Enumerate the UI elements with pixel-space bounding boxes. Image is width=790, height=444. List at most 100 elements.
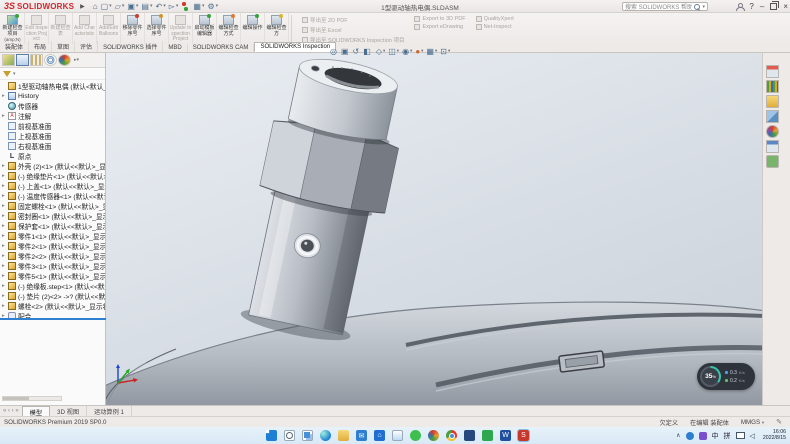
tree-item[interactable]: ▸ History [0, 91, 105, 101]
tree-item[interactable]: ▸ 零件2<2> (默认<<默认>_显示状态 [0, 251, 105, 261]
export-3d-pdf[interactable]: Export to 3D PDF [414, 16, 465, 22]
system-monitor-overlay[interactable]: 35% 0.3K/s 0.2K/s [697, 363, 755, 390]
property-manager-icon[interactable] [16, 54, 29, 66]
export-edrawing[interactable]: Export eDrawing [414, 24, 465, 30]
new-icon[interactable]: ▢▾ [101, 2, 112, 11]
tree-item[interactable]: ▸ 零件5<1> (默认<<默认>_显示状态 [0, 271, 105, 281]
panel-horizontal-scrollbar[interactable] [2, 396, 62, 401]
clock[interactable]: 16:06 2022/8/15 [763, 430, 786, 441]
close-button[interactable]: × [783, 2, 788, 11]
tree-item[interactable]: ▸ 密封圈<1> (默认<<默认>_显示状 [0, 211, 105, 221]
tree-item[interactable]: ▸ (-) 上盖<1> (默认<<默认>_显示状 [0, 181, 105, 191]
minimize-button[interactable]: – [760, 2, 764, 11]
display-style-icon[interactable]: ◫▾ [388, 47, 399, 56]
mail-icon[interactable] [356, 430, 367, 441]
weather-icon[interactable] [392, 430, 403, 441]
save-icon[interactable]: ▣▾ [127, 2, 138, 11]
tab-sw-addins[interactable]: SOLIDWORKS 插件 [98, 41, 163, 52]
display-pane-icon[interactable]: ▦▾ [193, 2, 204, 11]
tree-item[interactable]: ▸ 零件1<1> (默认<<默认>_显示状态 [0, 231, 105, 241]
apply-scene-icon[interactable]: ▦▾ [426, 47, 437, 56]
360-icon[interactable] [428, 430, 439, 441]
tree-root-item[interactable]: ▸ 1型驱动轴热电偶 (默认<默认_显示状态-1 [0, 81, 105, 91]
display-manager-icon[interactable] [58, 54, 71, 66]
tab-sw-inspection[interactable]: SOLIDWORKS Inspection [254, 42, 336, 52]
zoom-area-icon[interactable]: ▣ [341, 47, 349, 56]
tree-item[interactable]: ▸ 保护套<1> (默认<<默认>_显示状 [0, 221, 105, 231]
tb-search-icon[interactable] [284, 430, 295, 441]
edit-inspection-project-button[interactable]: Edit Inspection Project [25, 13, 49, 44]
tree-item[interactable]: ▸ 原点 [0, 151, 105, 161]
edit-operation-button[interactable]: 编辑操作 [241, 13, 265, 44]
view-settings-icon[interactable]: ⊡▾ [440, 47, 450, 56]
tree-item[interactable]: ▸ 零件3<1> (默认<<默认>_显示状态 [0, 261, 105, 271]
panel-tabs-overflow-icon[interactable]: ▸▾ [74, 57, 79, 63]
open-icon[interactable]: ▱▾ [115, 2, 125, 11]
design-library-icon[interactable] [766, 80, 779, 93]
select-balloons-button[interactable]: 选择零件序号 [145, 13, 169, 44]
tree-item[interactable]: ▸ 注解 [0, 111, 105, 121]
appearances-icon[interactable] [766, 125, 779, 138]
options-gear-icon[interactable]: ⚙▾ [207, 2, 218, 11]
net-inspect[interactable]: Net-Inspect [476, 24, 514, 30]
wps-icon[interactable] [482, 430, 493, 441]
feature-tree-icon[interactable] [2, 54, 15, 66]
start-icon[interactable] [266, 430, 277, 441]
speaker-icon[interactable]: ◁ [750, 432, 755, 440]
tree-item[interactable]: ▸ (-) 垫片 (2)<2> ->? (默认<<默认> [0, 291, 105, 301]
task-view-icon[interactable] [302, 430, 313, 441]
tree-item[interactable]: ▸ 上视基准面 [0, 131, 105, 141]
tab-model[interactable]: 模型 [22, 406, 50, 416]
search-icon[interactable] [694, 4, 700, 10]
select-cursor-icon[interactable]: ▻▾ [169, 2, 179, 11]
help-search-input[interactable]: 搜索 SOLIDWORKS 帮助 ▾ [622, 2, 708, 11]
edit-inspection-2-button[interactable]: 编辑检查方 [265, 13, 289, 44]
update-inspection-project-button[interactable]: Update Inspection Project [169, 13, 193, 44]
help-button[interactable]: ? [749, 2, 753, 11]
search-dropdown-icon[interactable]: ▾ [702, 4, 705, 10]
undo-icon[interactable]: ↶▾ [156, 2, 166, 11]
tab-sketch[interactable]: 草图 [52, 41, 75, 52]
graphics-viewport[interactable]: 35% 0.3K/s 0.2K/s [106, 53, 762, 405]
tree-splitter[interactable] [0, 318, 106, 320]
file-explorer-icon[interactable] [766, 95, 779, 108]
filter-funnel-icon[interactable] [3, 71, 11, 77]
tree-item[interactable]: ▸ 前视基准面 [0, 121, 105, 131]
shield-tray-icon[interactable] [699, 432, 707, 440]
qualityxpert[interactable]: QualityXpert [476, 16, 514, 22]
new-checksheet-button[interactable]: 新建检查表 [49, 13, 73, 44]
add-edit-balloons-button[interactable]: Add/Edit Balloons [97, 13, 121, 44]
ime-mode-indicator[interactable]: 拼 [724, 431, 731, 441]
zoom-fit-icon[interactable]: ◎ [330, 47, 337, 56]
chrome-icon[interactable] [446, 430, 457, 441]
cloud-tray-icon[interactable] [686, 432, 694, 440]
tab-motion-study-1[interactable]: 运动算例 1 [87, 406, 132, 416]
tree-item[interactable]: ▸ (-) 绝缘板.step<1> (默认<<默认> [0, 281, 105, 291]
solidworks-app-icon[interactable] [518, 430, 529, 441]
launch-template-editor-button[interactable]: 启动模板编辑器 [193, 13, 217, 44]
edit-inspection-method-button[interactable]: 编辑检查方式 [217, 13, 241, 44]
configuration-manager-icon[interactable] [30, 54, 43, 66]
tb-explorer-icon[interactable] [338, 430, 349, 441]
remove-balloons-button[interactable]: 移除零件序号 [121, 13, 145, 44]
hide-show-items-icon[interactable]: ◉▾ [402, 47, 412, 56]
units-selector[interactable]: MMGS ▾ [741, 419, 764, 426]
tab-assembly[interactable]: 装配体 [0, 41, 29, 52]
logo-expand-arrow-icon[interactable]: ▶ [80, 3, 85, 10]
solidworks-forum-icon[interactable] [766, 155, 779, 168]
tree-item[interactable]: ▸ 螺栓<2> (默认<<默认>_显示状态 [0, 301, 105, 311]
edit-appearance-icon[interactable]: ●▾ [415, 47, 423, 56]
tree-item[interactable]: ▸ (-) 温度传感器<1> (默认<<默认>_ [0, 191, 105, 201]
status-options-icon[interactable]: ✎ [776, 418, 782, 426]
home-icon[interactable]: ⌂▾ [93, 2, 98, 11]
restore-button[interactable] [770, 3, 777, 10]
add-characteristic-button[interactable]: Add Characteristic [73, 13, 97, 44]
edge-icon[interactable] [320, 430, 331, 441]
notebook-icon[interactable] [464, 430, 475, 441]
tab-scroll-arrows[interactable]: « ‹ › » [3, 408, 19, 414]
custom-properties-icon[interactable] [766, 140, 779, 153]
tab-evaluate[interactable]: 评估 [75, 41, 98, 52]
view-palette-icon[interactable] [766, 110, 779, 123]
ime-language-indicator[interactable]: 中 [712, 431, 719, 441]
tree-item[interactable]: ▸ (-) 绝缘垫片<1> (默认<<默认>_显 [0, 171, 105, 181]
